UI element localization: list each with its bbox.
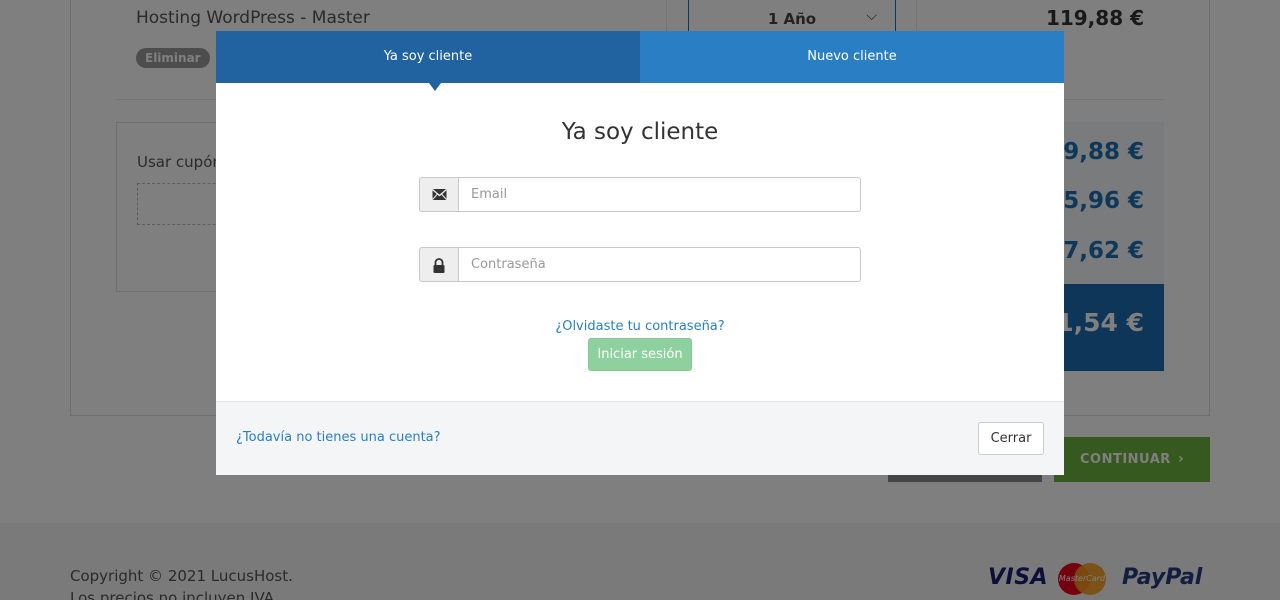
tab-existing-client[interactable]: Ya soy cliente bbox=[216, 31, 640, 83]
password-field bbox=[419, 247, 861, 282]
modal-footer: ¿Todavía no tienes una cuenta? Cerrar bbox=[216, 401, 1064, 475]
modal-title: Ya soy cliente bbox=[561, 119, 719, 145]
envelope-icon bbox=[419, 177, 459, 212]
tab-new-client[interactable]: Nuevo cliente bbox=[640, 31, 1064, 83]
password-input[interactable] bbox=[458, 247, 861, 282]
lock-icon bbox=[419, 247, 459, 282]
login-button[interactable]: Iniciar sesión bbox=[588, 338, 692, 371]
active-tab-caret bbox=[429, 83, 441, 91]
modal-tabs: Ya soy cliente Nuevo cliente bbox=[216, 31, 1064, 83]
no-account-link[interactable]: ¿Todavía no tienes una cuenta? bbox=[236, 430, 441, 445]
login-modal: Ya soy cliente Nuevo cliente Ya soy clie… bbox=[216, 31, 1064, 475]
email-input[interactable] bbox=[458, 177, 861, 212]
close-button[interactable]: Cerrar bbox=[978, 422, 1044, 455]
forgot-password-link[interactable]: ¿Olvidaste tu contraseña? bbox=[216, 319, 1064, 334]
email-field bbox=[419, 177, 861, 212]
